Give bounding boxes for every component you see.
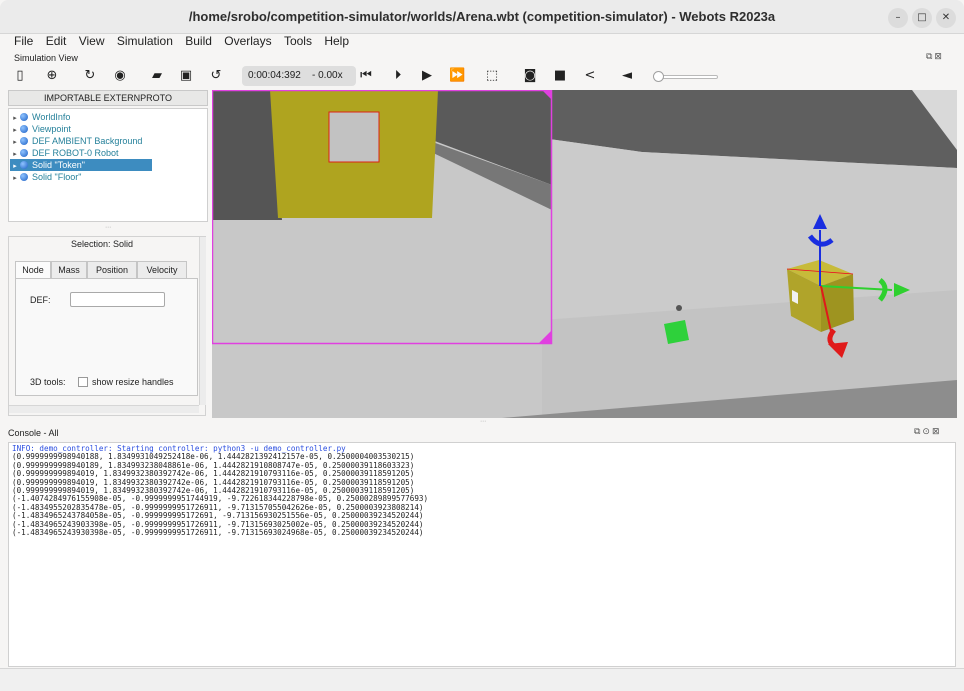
menu-overlays[interactable]: Overlays xyxy=(224,34,271,48)
node-icon xyxy=(20,161,28,169)
tree-item-background[interactable]: ▸ DEF AMBIENT Background xyxy=(10,135,142,147)
open-world-icon[interactable]: ▰ xyxy=(149,68,165,84)
show-resize-handles-checkbox[interactable] xyxy=(78,377,88,387)
tree-item-label: Solid "Token" xyxy=(32,160,85,170)
expand-arrow-icon[interactable]: ▸ xyxy=(10,173,20,185)
importable-externproto-button[interactable]: IMPORTABLE EXTERNPROTO xyxy=(8,90,208,106)
menu-edit[interactable]: Edit xyxy=(46,34,67,48)
maximize-icon[interactable]: □ xyxy=(912,8,932,28)
save-icon[interactable]: ▣ xyxy=(178,68,194,84)
reload-icon[interactable]: ↻ xyxy=(82,68,98,84)
node-icon xyxy=(20,149,28,157)
status-bar xyxy=(0,668,964,691)
show-resize-handles-label: show resize handles xyxy=(92,377,174,387)
horizontal-scrollbar[interactable] xyxy=(9,405,199,413)
view-icon[interactable]: ◉ xyxy=(112,68,128,84)
def-label: DEF: xyxy=(30,295,51,305)
fast-forward-icon[interactable]: ⏩ xyxy=(449,68,465,84)
scene-tree-panel: IMPORTABLE EXTERNPROTO ▸ WorldInfo ▸ Viewp… xyxy=(8,90,208,420)
minimize-icon[interactable]: – xyxy=(888,8,908,28)
close-icon[interactable]: ✕ xyxy=(936,8,956,28)
simulation-time-display: 0:00:04:392 - 0.00x xyxy=(242,66,356,86)
volume-icon[interactable]: ◄ xyxy=(619,68,635,84)
tab-velocity[interactable]: Velocity xyxy=(137,261,187,279)
node-tab-content: DEF: 3D tools: show resize handles xyxy=(15,278,198,396)
step-back-icon[interactable]: ⏮ xyxy=(358,68,374,84)
box-view-icon[interactable]: ⬚ xyxy=(484,68,500,84)
menu-help[interactable]: Help xyxy=(324,34,349,48)
selection-title: Selection: Solid xyxy=(70,239,134,249)
console-output[interactable]: INFO: demo_controller: Starting controll… xyxy=(8,442,956,667)
3d-viewport[interactable] xyxy=(212,90,957,418)
tree-item-label: DEF AMBIENT Background xyxy=(32,136,143,146)
screenshot-icon[interactable]: ◙ xyxy=(522,68,538,84)
3d-tools-label: 3D tools: xyxy=(30,377,66,387)
node-icon xyxy=(20,113,28,121)
simulation-time: 0:00:04:392 xyxy=(248,70,301,81)
vertical-scrollbar[interactable] xyxy=(199,237,206,405)
menu-simulation[interactable]: Simulation xyxy=(117,34,173,48)
volume-slider[interactable] xyxy=(658,75,718,79)
node-icon xyxy=(20,125,28,133)
console-title: Console - All xyxy=(8,428,59,438)
menu-file[interactable]: File xyxy=(14,34,33,48)
menu-view[interactable]: View xyxy=(79,34,105,48)
scene-tree: ▸ WorldInfo ▸ Viewpoint ▸ DEF AMBIENT Backg… xyxy=(8,108,208,222)
webots-window: /home/srobo/competition-simulator/worlds… xyxy=(0,0,964,691)
def-input[interactable] xyxy=(70,292,165,307)
floor-marker xyxy=(664,320,689,344)
tree-item-label: Solid "Floor" xyxy=(32,172,82,182)
menu-bar: File Edit View Simulation Build Overlays… xyxy=(0,34,964,50)
record-icon[interactable]: ■ xyxy=(552,68,568,84)
title-bar: /home/srobo/competition-simulator/worlds… xyxy=(0,0,964,34)
tree-item-token[interactable]: ▸ Solid "Token" xyxy=(10,159,152,171)
selection-panel: Selection: Solid Node Mass Position Velo… xyxy=(8,236,206,416)
menu-build[interactable]: Build xyxy=(185,34,212,48)
tree-item-viewpoint[interactable]: ▸ Viewpoint xyxy=(10,123,71,135)
simulation-toolbar: ▯ ⊕ ↻ ◉ ▰ ▣ ↺ 0:00:04:392 - 0.00x ⏮ ⏵ ▶ … xyxy=(8,66,956,87)
simulation-speed: - 0.00x xyxy=(312,70,343,81)
tree-item-label: Viewpoint xyxy=(32,124,71,134)
console-header: Console - All ⧉⊙⊠ xyxy=(8,424,956,442)
tree-item-label: DEF ROBOT-0 Robot xyxy=(32,148,119,158)
reset-icon[interactable]: ↺ xyxy=(208,68,224,84)
tree-item-label: WorldInfo xyxy=(32,112,71,122)
step-icon[interactable]: ⏵ xyxy=(390,68,406,84)
tree-item-worldinfo[interactable]: ▸ WorldInfo xyxy=(10,111,70,123)
node-icon xyxy=(20,137,28,145)
share-icon[interactable]: < xyxy=(582,68,598,84)
tab-mass[interactable]: Mass xyxy=(51,261,87,279)
add-node-icon[interactable]: ⊕ xyxy=(44,68,60,84)
console-line: (-1.4834965243930398e-05, -0.99999999517… xyxy=(12,528,424,537)
tab-node[interactable]: Node xyxy=(15,261,51,279)
node-icon xyxy=(20,173,28,181)
robot-marker xyxy=(676,305,682,311)
menu-tools[interactable]: Tools xyxy=(284,34,312,48)
scene-tree-toggle-icon[interactable]: ▯ xyxy=(12,68,28,84)
panel-undock-icon[interactable]: ⧉⊠ xyxy=(926,52,944,62)
3d-scene-render[interactable] xyxy=(212,90,957,418)
window-title: /home/srobo/competition-simulator/worlds… xyxy=(188,9,776,24)
simulation-view-label: Simulation View xyxy=(14,53,78,63)
tree-item-robot[interactable]: ▸ DEF ROBOT-0 Robot xyxy=(10,147,119,159)
play-icon[interactable]: ▶ xyxy=(419,68,435,84)
tab-position[interactable]: Position xyxy=(87,261,137,279)
splitter-handle[interactable]: ⋯ xyxy=(105,224,111,231)
tree-item-floor[interactable]: ▸ Solid "Floor" xyxy=(10,171,81,183)
camera-token-marker xyxy=(328,111,380,163)
volume-slider-handle[interactable] xyxy=(653,71,664,82)
console-panel-icons[interactable]: ⧉⊙⊠ xyxy=(914,427,942,437)
